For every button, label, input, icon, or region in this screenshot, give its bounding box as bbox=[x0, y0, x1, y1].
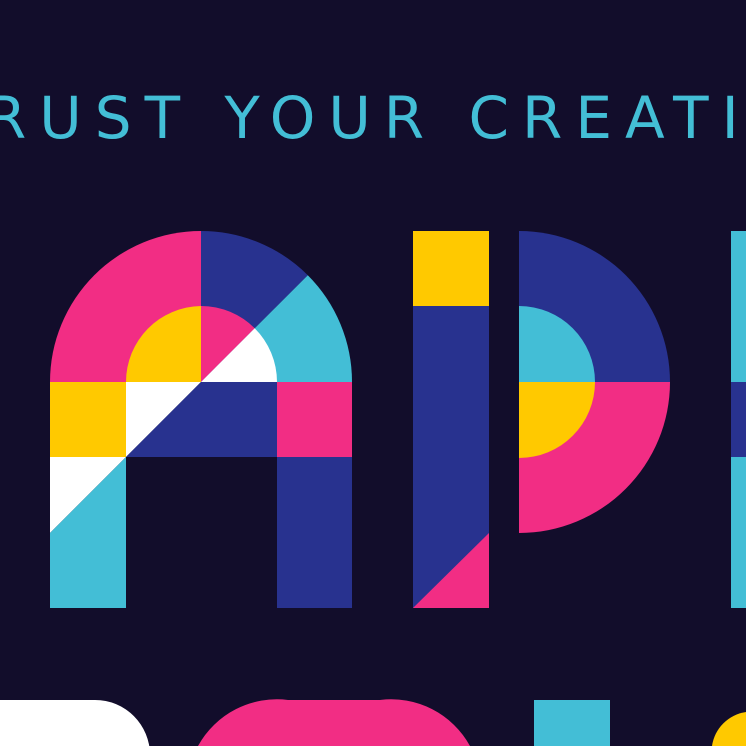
bottom-yellow-shape bbox=[712, 712, 746, 746]
next-row-lettering bbox=[0, 699, 746, 746]
bottom-white-shape bbox=[0, 700, 150, 746]
geometric-lettering bbox=[0, 230, 746, 746]
partial-navy-mid bbox=[731, 382, 746, 457]
partial-cyan-top bbox=[731, 231, 746, 382]
bottom-cyan-block bbox=[534, 700, 610, 746]
letter-partial-right bbox=[731, 231, 746, 608]
letter-i bbox=[413, 231, 489, 608]
bottom-pink-shape bbox=[198, 699, 470, 746]
letter-p bbox=[519, 231, 670, 533]
i-dot-yellow bbox=[413, 231, 489, 306]
poster-canvas: RUST YOUR CREATI bbox=[0, 0, 746, 746]
a-block-yellow bbox=[50, 382, 126, 457]
a-block-pink bbox=[277, 382, 352, 457]
a-leg-navy bbox=[277, 457, 352, 608]
partial-cyan-bottom bbox=[731, 457, 746, 608]
letter-a bbox=[50, 230, 352, 608]
